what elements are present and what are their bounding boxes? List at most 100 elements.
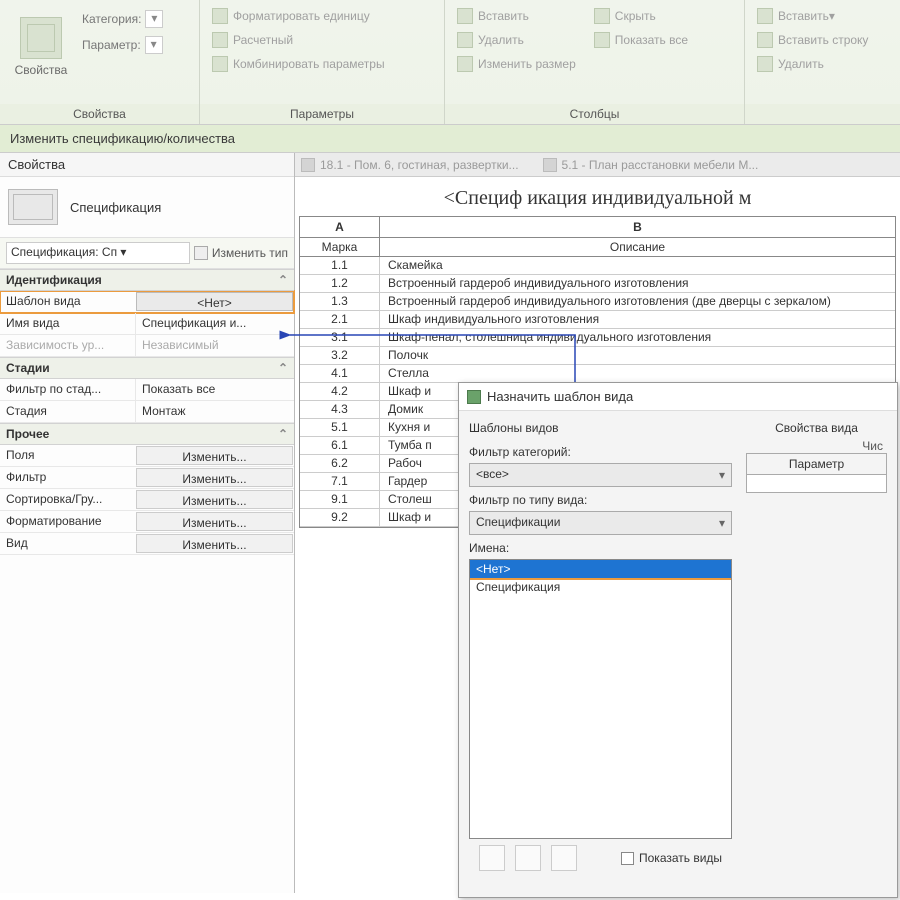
prop-stage[interactable]: Стадия Монтаж — [0, 401, 294, 423]
properties-button[interactable]: Свойства — [6, 4, 76, 89]
prop-stage-filter[interactable]: Фильтр по стад... Показать все — [0, 379, 294, 401]
col-header-name[interactable]: Марка — [300, 238, 380, 256]
table-row[interactable]: 2.1Шкаф индивидуального изготовления — [300, 311, 895, 329]
schedule-type-icon — [8, 189, 58, 225]
parameter-dropdown[interactable]: Параметр:▾ — [82, 34, 163, 56]
cell-mark[interactable]: 7.1 — [300, 473, 380, 490]
cell-mark[interactable]: 1.1 — [300, 257, 380, 274]
view-tab[interactable]: 18.1 - Пом. 6, гостиная, развертки... — [301, 158, 519, 172]
list-item[interactable]: <Нет> — [470, 560, 731, 578]
dialog-icon — [467, 390, 481, 404]
combine-icon — [212, 56, 228, 72]
grid-col-header: Параметр — [747, 454, 886, 475]
insert-row-icon — [757, 8, 773, 24]
cell-mark[interactable]: 4.2 — [300, 383, 380, 400]
insert-icon — [457, 8, 473, 24]
showall-col-button[interactable]: Показать все — [594, 28, 688, 52]
cell-desc[interactable]: Шкаф-пенал, столешница индивидуального и… — [380, 329, 895, 346]
assign-view-template-dialog: Назначить шаблон вида Шаблоны видов Филь… — [458, 382, 898, 898]
prop-formatting[interactable]: ФорматированиеИзменить... — [0, 511, 294, 533]
list-item[interactable]: Спецификация — [470, 578, 731, 596]
category-filter-select[interactable]: <все> — [469, 463, 732, 487]
cell-mark[interactable]: 4.3 — [300, 401, 380, 418]
cell-mark[interactable]: 4.1 — [300, 365, 380, 382]
cell-desc[interactable]: Скамейка — [380, 257, 895, 274]
cell-mark[interactable]: 5.1 — [300, 419, 380, 436]
cell-mark[interactable]: 9.1 — [300, 491, 380, 508]
show-views-checkbox[interactable]: Показать виды — [621, 851, 722, 865]
calculated-button[interactable]: Расчетный — [212, 28, 385, 52]
instance-selector[interactable]: Спецификация: Сп ▾ — [6, 242, 190, 264]
prop-sorting[interactable]: Сортировка/Гру...Изменить... — [0, 489, 294, 511]
checkbox-icon — [621, 852, 634, 865]
section-stages[interactable]: Стадии⌃ — [0, 357, 294, 379]
resize-icon — [457, 56, 473, 72]
ribbon-toolbar: Свойства Категория:▾ Параметр:▾ Свойства… — [0, 0, 900, 125]
category-dropdown[interactable]: Категория:▾ — [82, 8, 163, 30]
templates-heading: Шаблоны видов — [469, 421, 732, 435]
prop-dependency: Зависимость ур... Независимый — [0, 335, 294, 357]
cell-desc[interactable]: Встроенный гардероб индивидуального изго… — [380, 275, 895, 292]
prop-view-name[interactable]: Имя вида Спецификация и... — [0, 313, 294, 335]
table-row[interactable]: 4.1Стелла — [300, 365, 895, 383]
prop-view-template[interactable]: Шаблон вида <Нет> — [0, 291, 294, 313]
combine-params-button[interactable]: Комбинировать параметры — [212, 52, 385, 76]
col-header-letter[interactable]: B — [380, 217, 895, 237]
cell-mark[interactable]: 6.2 — [300, 455, 380, 472]
insert-datarow-button[interactable]: Вставить строку — [757, 28, 868, 52]
view-tab-icon — [301, 158, 315, 172]
insert-datarow-icon — [757, 32, 773, 48]
schedule-title: <Специф икация индивидуальной м — [295, 177, 900, 216]
format-unit-button[interactable]: Форматировать единицу — [212, 4, 385, 28]
table-row[interactable]: 1.2Встроенный гардероб индивидуального и… — [300, 275, 895, 293]
type-selector[interactable]: Спецификация — [70, 200, 161, 215]
col-header-letter[interactable]: A — [300, 217, 380, 237]
hide-icon — [594, 8, 610, 24]
prop-appearance[interactable]: ВидИзменить... — [0, 533, 294, 555]
view-props-count-label: Чис — [746, 439, 887, 453]
delete-row-button[interactable]: Удалить — [757, 52, 868, 76]
cell-desc[interactable]: Шкаф индивидуального изготовления — [380, 311, 895, 328]
table-row[interactable]: 1.1Скамейка — [300, 257, 895, 275]
edit-type-button[interactable]: Изменить тип — [194, 246, 288, 260]
col-header-name[interactable]: Описание — [380, 238, 895, 256]
prop-filter[interactable]: ФильтрИзменить... — [0, 467, 294, 489]
delete-template-button[interactable] — [551, 845, 577, 871]
cell-desc[interactable]: Стелла — [380, 365, 895, 382]
type-filter-select[interactable]: Спецификации — [469, 511, 732, 535]
cell-desc[interactable]: Встроенный гардероб индивидуального изго… — [380, 293, 895, 310]
insert-row-button[interactable]: Вставить ▾ — [757, 4, 868, 28]
delete-col-button[interactable]: Удалить — [457, 28, 576, 52]
prop-fields[interactable]: ПоляИзменить... — [0, 445, 294, 467]
table-row[interactable]: 1.3Встроенный гардероб индивидуального и… — [300, 293, 895, 311]
contextual-tab-label: Изменить спецификацию/количества — [0, 125, 900, 153]
section-identification[interactable]: Идентификация⌃ — [0, 269, 294, 291]
dialog-titlebar[interactable]: Назначить шаблон вида — [459, 383, 897, 411]
cell-mark[interactable]: 9.2 — [300, 509, 380, 526]
delete-icon — [457, 32, 473, 48]
view-tabs: 18.1 - Пом. 6, гостиная, развертки... 5.… — [295, 153, 900, 177]
cell-mark[interactable]: 1.2 — [300, 275, 380, 292]
section-other[interactable]: Прочее⌃ — [0, 423, 294, 445]
properties-label: Свойства — [15, 63, 68, 77]
cell-mark[interactable]: 3.2 — [300, 347, 380, 364]
view-tab[interactable]: 5.1 - План расстановки мебели М... — [543, 158, 759, 172]
table-row[interactable]: 3.2Полочк — [300, 347, 895, 365]
cell-mark[interactable]: 6.1 — [300, 437, 380, 454]
insert-col-button[interactable]: Вставить — [457, 4, 576, 28]
rename-template-button[interactable] — [515, 845, 541, 871]
templates-listbox[interactable]: <Нет> Спецификация — [469, 559, 732, 839]
resize-col-button[interactable]: Изменить размер — [457, 52, 576, 76]
format-unit-icon — [212, 8, 228, 24]
cell-mark[interactable]: 1.3 — [300, 293, 380, 310]
cell-mark[interactable]: 3.1 — [300, 329, 380, 346]
cell-desc[interactable]: Полочк — [380, 347, 895, 364]
table-row[interactable]: 3.1Шкаф-пенал, столешница индивидуальног… — [300, 329, 895, 347]
hide-col-button[interactable]: Скрыть — [594, 4, 688, 28]
duplicate-template-button[interactable] — [479, 845, 505, 871]
properties-icon — [20, 17, 62, 59]
view-tab-icon — [543, 158, 557, 172]
view-props-grid[interactable]: Параметр — [746, 453, 887, 493]
category-filter-label: Фильтр категорий: — [469, 445, 732, 459]
cell-mark[interactable]: 2.1 — [300, 311, 380, 328]
